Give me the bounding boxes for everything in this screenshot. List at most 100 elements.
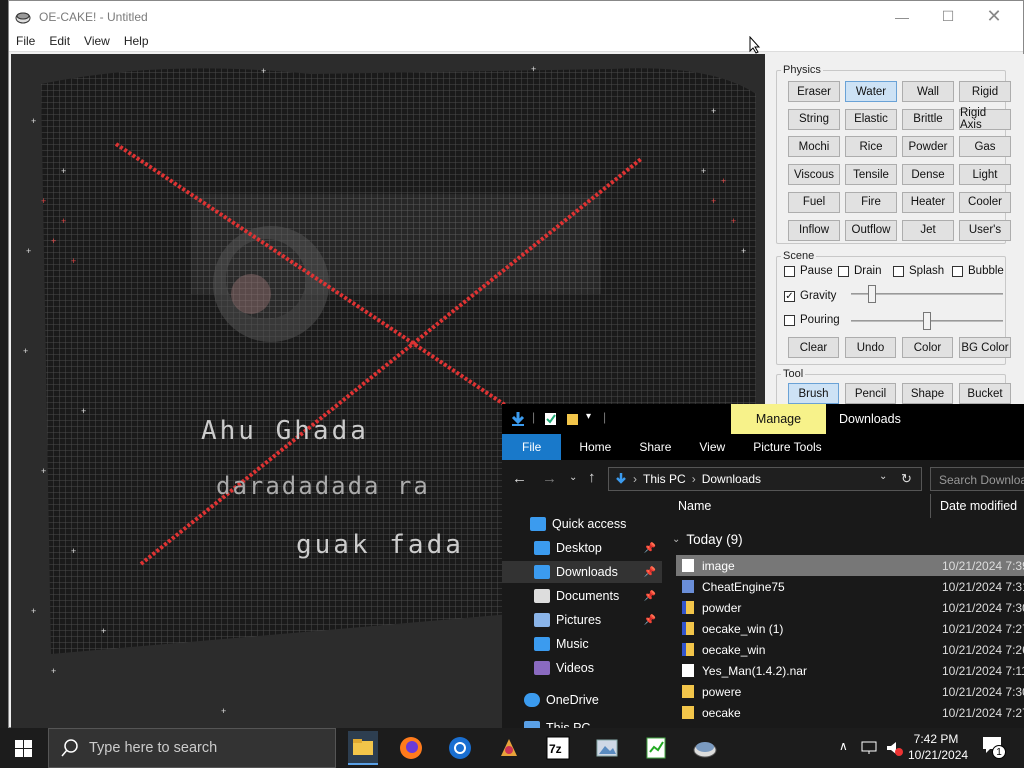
show-hidden-icons-chevron-icon[interactable]: ∧ bbox=[839, 739, 848, 753]
physics-rigid-button[interactable]: Rigid bbox=[959, 81, 1011, 102]
column-divider[interactable] bbox=[930, 494, 931, 518]
physics-cooler-button[interactable]: Cooler bbox=[959, 191, 1011, 213]
pouring-slider[interactable] bbox=[851, 312, 1003, 330]
pictures-app-icon[interactable] bbox=[593, 734, 621, 762]
file-row[interactable]: image 10/21/2024 7:39 bbox=[676, 555, 1024, 576]
gravity-checkbox[interactable]: ✓ Gravity bbox=[784, 290, 836, 302]
pin-icon[interactable]: 📌 bbox=[644, 567, 656, 578]
shape-button[interactable]: Shape bbox=[902, 383, 953, 404]
address-bar[interactable]: › This PC › Downloads ⌄ ↻ bbox=[608, 467, 922, 491]
physics-rigid-axis-button[interactable]: Rigid Axis bbox=[959, 107, 1011, 131]
physics-heater-button[interactable]: Heater bbox=[902, 191, 954, 213]
menu-help[interactable]: Help bbox=[117, 32, 156, 51]
volume-muted-icon[interactable] bbox=[885, 740, 903, 756]
pause-checkbox[interactable]: Pause bbox=[784, 265, 833, 277]
ribbon-picture-tools-tab[interactable]: Picture Tools bbox=[739, 440, 835, 454]
file-row[interactable]: oecake_win (1) 10/21/2024 7:27 bbox=[676, 618, 1024, 639]
physics-tensile-button[interactable]: Tensile bbox=[845, 164, 897, 186]
gravity-slider[interactable] bbox=[851, 285, 1003, 303]
breadcrumb-this-pc[interactable]: This PC bbox=[643, 472, 686, 486]
physics-gas-button[interactable]: Gas bbox=[959, 136, 1011, 158]
browser-icon[interactable] bbox=[446, 734, 474, 762]
pin-icon[interactable]: 📌 bbox=[644, 615, 656, 626]
pouring-slider-thumb[interactable] bbox=[923, 312, 931, 330]
drain-checkbox[interactable]: Drain bbox=[838, 265, 881, 277]
group-collapse-chevron-icon[interactable]: ⌄ bbox=[672, 534, 680, 545]
menu-edit[interactable]: Edit bbox=[42, 32, 77, 51]
physics-jet-button[interactable]: Jet bbox=[902, 219, 954, 241]
network-icon[interactable] bbox=[861, 741, 879, 755]
file-row[interactable]: CheatEngine75 10/21/2024 7:31 bbox=[676, 576, 1024, 597]
color-button[interactable]: Color bbox=[902, 337, 953, 358]
physics-user-s-button[interactable]: User's bbox=[959, 219, 1011, 241]
pin-icon[interactable]: 📌 bbox=[644, 591, 656, 602]
physics-powder-button[interactable]: Powder bbox=[902, 136, 954, 158]
ribbon-home-tab[interactable]: Home bbox=[565, 440, 625, 454]
nav-videos[interactable]: Videos bbox=[502, 657, 662, 679]
file-row[interactable]: powder 10/21/2024 7:30 bbox=[676, 597, 1024, 618]
group-header-today[interactable]: ⌄ Today (9) bbox=[672, 532, 743, 547]
back-arrow-icon[interactable]: ← bbox=[512, 470, 527, 487]
breadcrumb-downloads[interactable]: Downloads bbox=[702, 472, 761, 486]
search-downloads-input[interactable]: Search Downloads bbox=[930, 467, 1024, 491]
file-explorer-taskbar-icon[interactable] bbox=[348, 731, 378, 765]
physics-dense-button[interactable]: Dense bbox=[902, 164, 954, 186]
manage-tab[interactable]: Manage bbox=[731, 404, 826, 434]
undo-button[interactable]: Undo bbox=[845, 337, 896, 358]
file-row[interactable]: oecake_win 10/21/2024 7:26 bbox=[676, 639, 1024, 660]
physics-rice-button[interactable]: Rice bbox=[845, 136, 897, 158]
file-row[interactable]: oecake 10/21/2024 7:27 bbox=[676, 702, 1024, 723]
app-icon[interactable] bbox=[495, 734, 523, 762]
menu-view[interactable]: View bbox=[77, 32, 117, 51]
properties-icon[interactable] bbox=[544, 412, 557, 426]
physics-light-button[interactable]: Light bbox=[959, 164, 1011, 186]
7zip-icon[interactable]: 7z bbox=[544, 734, 572, 762]
physics-brittle-button[interactable]: Brittle bbox=[902, 108, 954, 130]
close-button[interactable]: ✕ bbox=[971, 1, 1017, 32]
physics-water-button[interactable]: Water bbox=[845, 81, 897, 102]
maximize-button[interactable]: ☐ bbox=[925, 1, 971, 32]
physics-inflow-button[interactable]: Inflow bbox=[788, 219, 840, 241]
address-dropdown-icon[interactable]: ⌄ bbox=[879, 471, 887, 482]
nav-downloads[interactable]: Downloads 📌 bbox=[502, 561, 662, 583]
bubble-checkbox[interactable]: Bubble bbox=[952, 265, 1004, 277]
pouring-checkbox[interactable]: Pouring bbox=[784, 314, 840, 326]
clear-button[interactable]: Clear bbox=[788, 337, 839, 358]
pin-icon[interactable]: 📌 bbox=[644, 543, 656, 554]
physics-fire-button[interactable]: Fire bbox=[845, 191, 897, 213]
nav-documents[interactable]: Documents 📌 bbox=[502, 585, 662, 607]
pencil-button[interactable]: Pencil bbox=[845, 383, 896, 404]
physics-eraser-button[interactable]: Eraser bbox=[788, 81, 840, 102]
brush-button[interactable]: Brush bbox=[788, 383, 839, 404]
bg-color-button[interactable]: BG Color bbox=[959, 337, 1011, 358]
nav-pictures[interactable]: Pictures 📌 bbox=[502, 609, 662, 631]
taskbar-search-box[interactable]: Type here to search bbox=[48, 728, 336, 768]
explorer-title-bar[interactable]: | ▾ | Manage Downloads bbox=[502, 404, 1024, 434]
ribbon-share-tab[interactable]: Share bbox=[625, 440, 685, 454]
menu-file[interactable]: File bbox=[9, 32, 42, 51]
column-header-name[interactable]: Name bbox=[678, 492, 711, 520]
physics-wall-button[interactable]: Wall bbox=[902, 81, 954, 102]
bucket-button[interactable]: Bucket bbox=[959, 383, 1011, 404]
physics-viscous-button[interactable]: Viscous bbox=[788, 164, 840, 186]
spreadsheet-icon[interactable] bbox=[642, 734, 670, 762]
gravity-slider-thumb[interactable] bbox=[868, 285, 877, 303]
ribbon-file-tab[interactable]: File bbox=[502, 434, 562, 460]
minimize-button[interactable]: — bbox=[879, 1, 925, 32]
nav-quick-access[interactable]: Quick access bbox=[502, 513, 662, 535]
refresh-icon[interactable]: ↻ bbox=[901, 471, 912, 487]
forward-arrow-icon[interactable]: → bbox=[542, 470, 557, 487]
ribbon-view-tab[interactable]: View bbox=[685, 440, 739, 454]
windows-start-icon[interactable] bbox=[15, 740, 32, 757]
physics-string-button[interactable]: String bbox=[788, 108, 840, 130]
column-header-date-modified[interactable]: Date modified bbox=[940, 492, 1017, 520]
recent-locations-chevron-icon[interactable]: ⌄ bbox=[569, 472, 577, 483]
file-row[interactable]: Yes_Man(1.4.2).nar 10/21/2024 7:11 bbox=[676, 660, 1024, 681]
nav-onedrive[interactable]: OneDrive bbox=[502, 689, 662, 711]
physics-outflow-button[interactable]: Outflow bbox=[845, 219, 897, 241]
file-row[interactable]: powere 10/21/2024 7:30 bbox=[676, 681, 1024, 702]
clock[interactable]: 7:42 PM 10/21/2024 bbox=[908, 731, 968, 763]
notifications-button[interactable]: 1 bbox=[982, 736, 1006, 760]
firefox-icon[interactable] bbox=[397, 734, 425, 762]
quick-toolbar-dropdown-icon[interactable]: ▾ bbox=[586, 411, 591, 422]
